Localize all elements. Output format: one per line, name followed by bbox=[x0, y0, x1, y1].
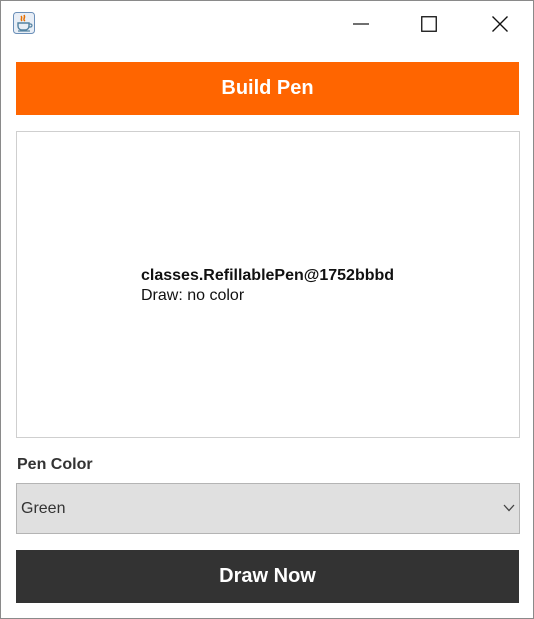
minimize-button[interactable] bbox=[338, 1, 384, 47]
close-button[interactable] bbox=[477, 1, 523, 47]
pen-color-label: Pen Color bbox=[17, 456, 93, 473]
draw-now-button[interactable]: Draw Now bbox=[16, 550, 519, 603]
pen-object-label: classes.RefillablePen@1752bbbd bbox=[141, 267, 395, 284]
maximize-icon bbox=[421, 16, 437, 32]
pen-color-selected-value: Green bbox=[21, 500, 66, 517]
title-bar[interactable] bbox=[1, 1, 533, 47]
maximize-button[interactable] bbox=[406, 1, 452, 47]
minimize-icon bbox=[353, 23, 369, 25]
chevron-down-icon bbox=[503, 504, 515, 512]
pen-display-panel: classes.RefillablePen@1752bbbd Draw: no … bbox=[16, 131, 520, 438]
app-window: Build Pen classes.RefillablePen@1752bbbd… bbox=[0, 0, 534, 619]
build-pen-button[interactable]: Build Pen bbox=[16, 62, 519, 115]
draw-status-label: Draw: no color bbox=[141, 287, 245, 304]
java-icon bbox=[13, 12, 35, 34]
pen-color-select[interactable]: Green bbox=[16, 483, 520, 534]
pen-info: classes.RefillablePen@1752bbbd Draw: no … bbox=[141, 266, 394, 306]
close-icon bbox=[492, 16, 508, 32]
